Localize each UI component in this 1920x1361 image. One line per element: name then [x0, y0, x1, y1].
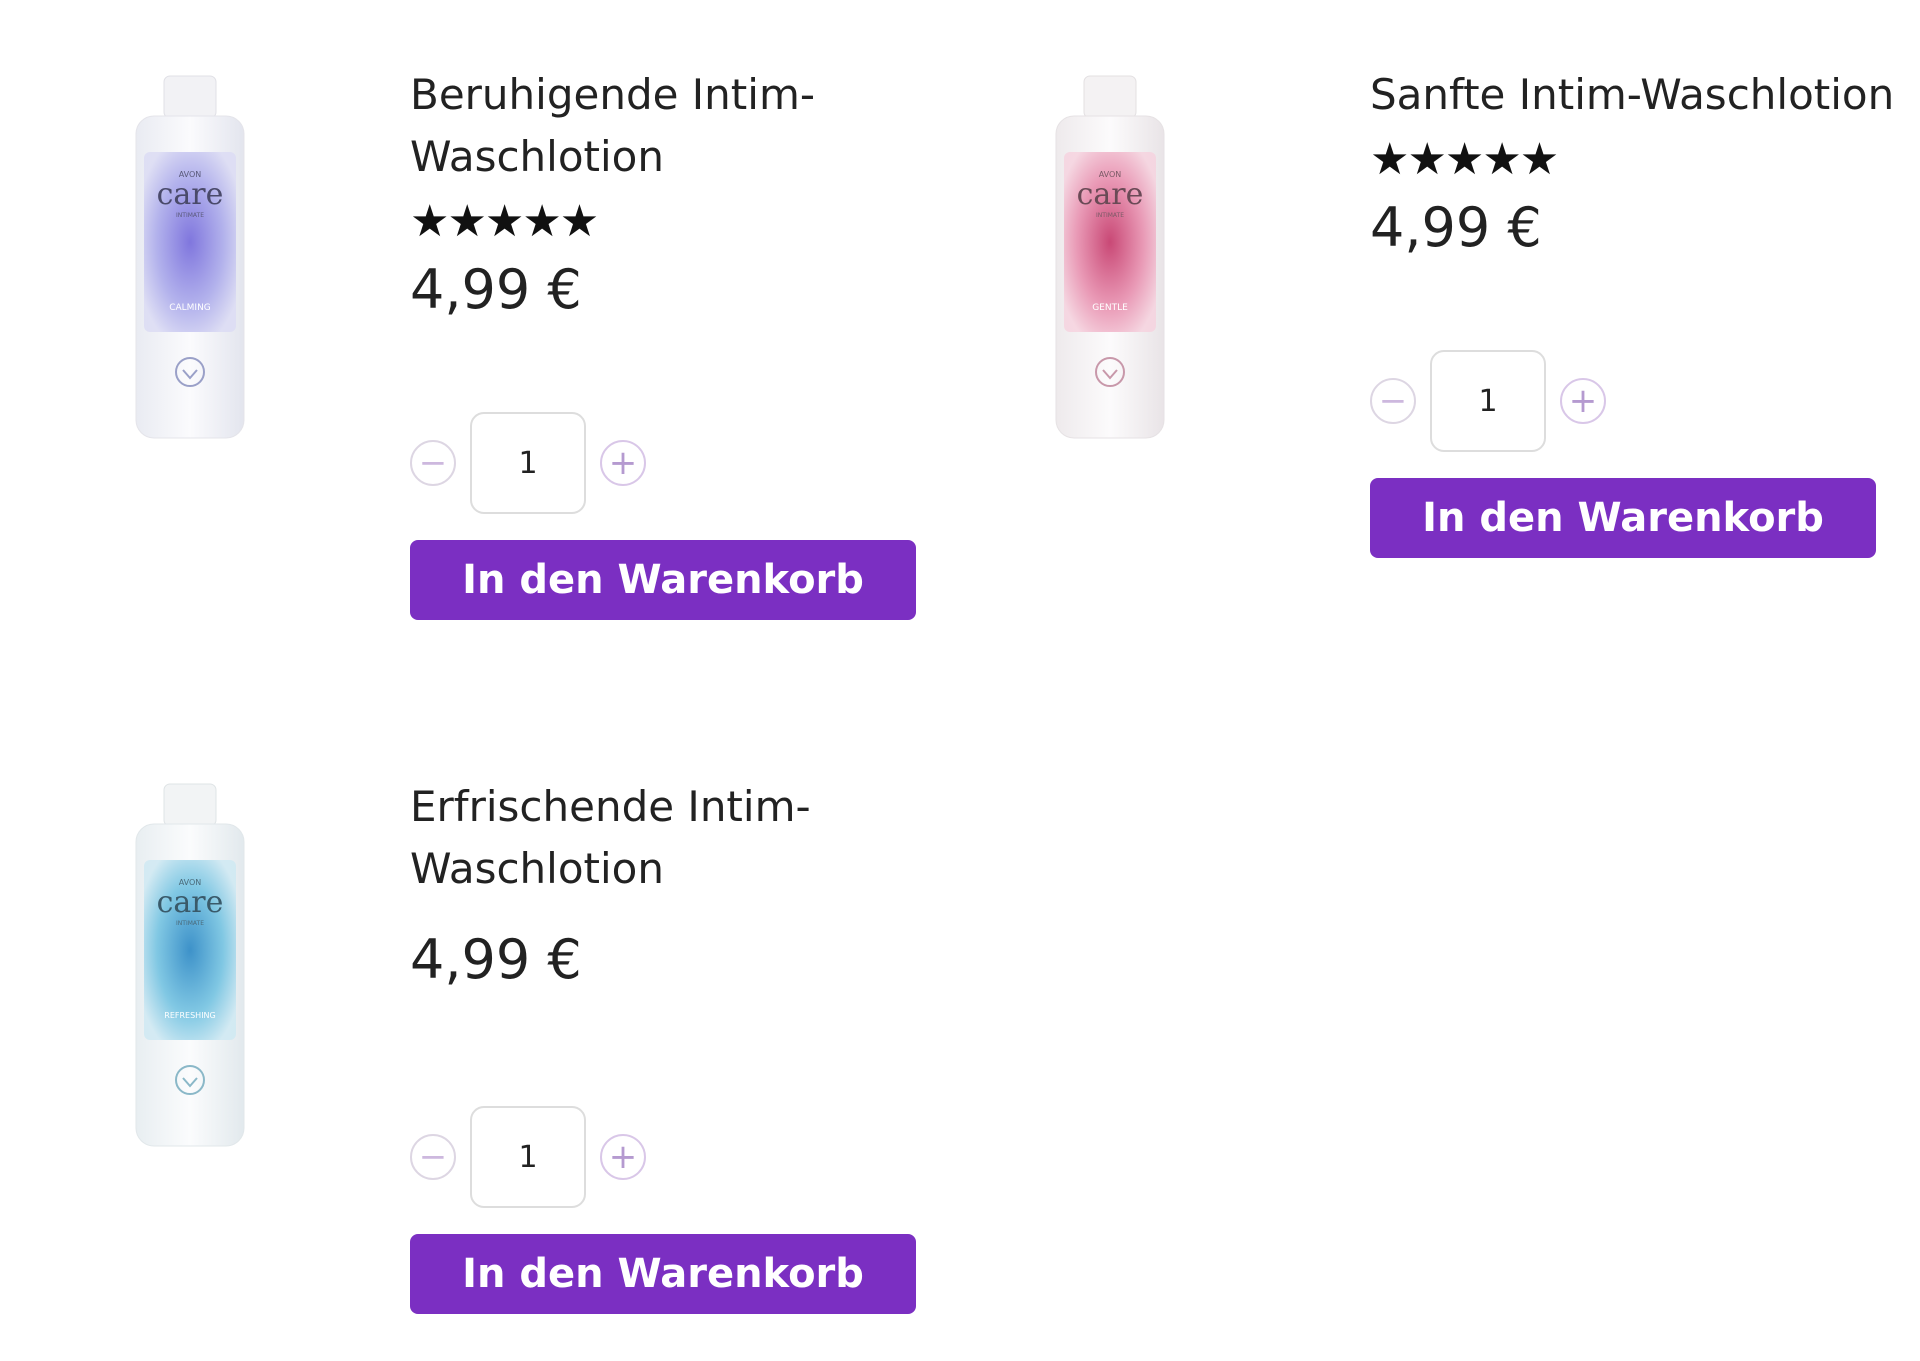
- rating-stars: ★★★★★: [1370, 134, 1559, 185]
- product-card: AVON care INTIMATE CALMING Beruhigende I…: [0, 0, 960, 700]
- quantity-input[interactable]: [1430, 350, 1546, 452]
- bottle-logo: care: [1077, 177, 1144, 212]
- quantity-input[interactable]: [470, 412, 586, 514]
- add-to-cart-button[interactable]: In den Warenkorb: [410, 1234, 916, 1314]
- add-to-cart-button[interactable]: In den Warenkorb: [1370, 478, 1876, 558]
- minus-circle-icon[interactable]: −: [1370, 378, 1416, 424]
- product-card: AVON care INTIMATE GENTLE Sanfte Intim-W…: [960, 0, 1920, 700]
- plus-circle-icon[interactable]: +: [600, 440, 646, 486]
- minus-circle-icon[interactable]: −: [410, 440, 456, 486]
- bottle-variant: GENTLE: [1092, 303, 1128, 313]
- plus-circle-icon[interactable]: +: [1560, 378, 1606, 424]
- quantity-input[interactable]: [470, 1106, 586, 1208]
- bottle-sub: INTIMATE: [176, 212, 204, 219]
- rating-stars: ★★★★★: [410, 196, 599, 247]
- quantity-stepper: − +: [410, 412, 930, 514]
- product-card: AVON care INTIMATE REFRESHING Erfrischen…: [0, 700, 960, 1361]
- product-info: Erfrischende Intim-Waschlotion 4,99 € − …: [410, 776, 930, 1314]
- bottle-sub: INTIMATE: [1096, 212, 1124, 219]
- product-image-gentle[interactable]: AVON care INTIMATE GENTLE: [1050, 72, 1170, 442]
- product-title[interactable]: Sanfte Intim-Waschlotion: [1370, 64, 1910, 126]
- product-price: 4,99 €: [1370, 196, 1542, 259]
- product-info: Sanfte Intim-Waschlotion ★★★★★ 4,99 € − …: [1370, 64, 1910, 558]
- product-info: Beruhigende Intim-Waschlotion ★★★★★ 4,99…: [410, 64, 930, 620]
- product-title[interactable]: Beruhigende Intim-Waschlotion: [410, 64, 930, 188]
- bottle-variant: REFRESHING: [164, 1011, 215, 1020]
- minus-circle-icon[interactable]: −: [410, 1134, 456, 1180]
- quantity-stepper: − +: [410, 1106, 930, 1208]
- product-image-refreshing[interactable]: AVON care INTIMATE REFRESHING: [130, 780, 250, 1150]
- product-price: 4,99 €: [410, 928, 582, 991]
- bottle-sub: INTIMATE: [176, 920, 204, 927]
- quantity-stepper: − +: [1370, 350, 1910, 452]
- bottle-logo: care: [157, 885, 224, 920]
- bottle-logo: care: [157, 177, 224, 212]
- add-to-cart-button[interactable]: In den Warenkorb: [410, 540, 916, 620]
- bottle-variant: CALMING: [169, 303, 211, 313]
- product-title[interactable]: Erfrischende Intim-Waschlotion: [410, 776, 930, 900]
- product-price: 4,99 €: [410, 258, 582, 321]
- product-image-calming[interactable]: AVON care INTIMATE CALMING: [130, 72, 250, 442]
- plus-circle-icon[interactable]: +: [600, 1134, 646, 1180]
